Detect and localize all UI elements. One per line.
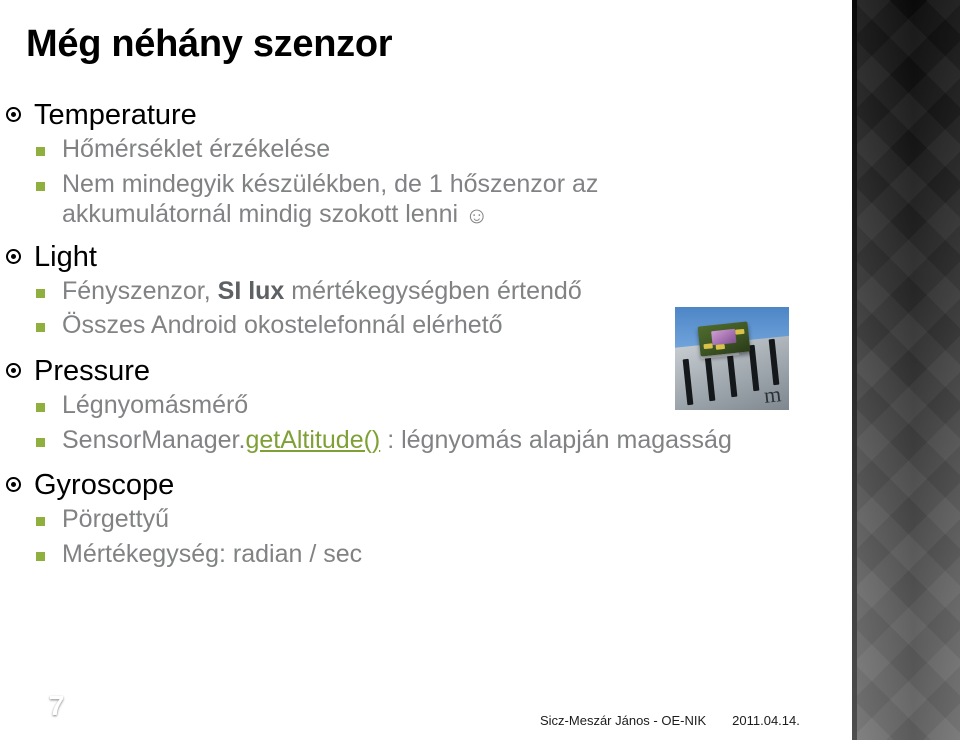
sensor-die	[711, 328, 737, 346]
green-square-bullet-icon	[36, 517, 45, 527]
green-square-bullet-icon	[36, 147, 45, 157]
presentation-slide: Még néhány szenzor Temperature Hőmérsékl…	[0, 0, 960, 740]
outline-level2-item: Fényszenzor, SI lux mértékegységben érte…	[0, 276, 850, 307]
level2-text-pre: SensorManager.	[62, 425, 246, 454]
sensor-chip	[697, 321, 751, 357]
level1-label: Light	[34, 240, 97, 273]
outline-level1-light: Light	[0, 240, 850, 274]
outline-level1-gyroscope: Gyroscope	[0, 468, 850, 502]
green-square-bullet-icon	[36, 181, 45, 191]
slide-footer: Sicz-Meszár János - OE-NIK 2011.04.14.	[540, 713, 840, 728]
ring-dot-bullet-icon	[6, 107, 21, 123]
slide-decorative-sidebar	[852, 0, 960, 740]
slide-title: Még néhány szenzor	[26, 23, 393, 65]
level1-label: Gyroscope	[34, 469, 175, 502]
ring-dot-bullet-icon	[6, 248, 21, 264]
outline-level2-item: SensorManager.getAltitude() : légnyomás …	[0, 425, 850, 456]
level2-label: Mértékegység: radian / sec	[62, 539, 363, 568]
level2-label: Fényszenzor, SI lux mértékegységben érte…	[62, 276, 850, 307]
outline-level2-item: Pörgettyű	[0, 504, 850, 535]
level2-text-bold: SI lux	[217, 276, 285, 305]
ruler-letter-m: m	[762, 381, 783, 408]
solder-pad	[703, 343, 713, 350]
green-square-bullet-icon	[36, 437, 45, 447]
green-square-bullet-icon	[36, 288, 45, 298]
smiley-face-icon: ☺	[465, 202, 489, 229]
level2-label: Pörgettyű	[62, 505, 170, 534]
level2-text-post: mértékegységben értendő	[284, 276, 582, 305]
sidebar-diamond-pattern	[857, 0, 960, 740]
outline-level1-temperature: Temperature	[0, 98, 850, 132]
light-sensor-photo: m	[675, 307, 789, 410]
ring-dot-bullet-icon	[6, 477, 21, 493]
level2-continuation-text: akkumulátornál mindig szokott lenni	[62, 200, 459, 229]
outline-level2-item: Nem mindegyik készülékben, de 1 hőszenzo…	[0, 169, 850, 230]
level2-text-post: : légnyomás alapján magasság	[380, 425, 732, 454]
ring-dot-bullet-icon	[6, 363, 21, 379]
footer-author: Sicz-Meszár János - OE-NIK	[540, 713, 707, 728]
solder-pad	[735, 328, 745, 335]
green-square-bullet-icon	[36, 403, 45, 413]
outline-level2-item: Hőmérséklet érzékelése	[0, 134, 850, 165]
level2-label: Nem mindegyik készülékben, de 1 hőszenzo…	[62, 169, 599, 198]
green-square-bullet-icon	[36, 551, 45, 561]
level1-label: Pressure	[34, 354, 151, 387]
level2-label: SensorManager.getAltitude() : légnyomás …	[62, 425, 850, 456]
green-square-bullet-icon	[36, 323, 45, 333]
outline-level2-item: Mértékegység: radian / sec	[0, 539, 850, 570]
slide-page-number: 7	[48, 690, 65, 721]
getaltitude-hyperlink[interactable]: getAltitude()	[245, 426, 380, 454]
level2-label: Hőmérséklet érzékelése	[62, 135, 331, 164]
level2-label-continuation: akkumulátornál mindig szokott lenni ☺	[62, 199, 850, 230]
solder-pad	[715, 343, 726, 350]
level1-label: Temperature	[34, 99, 197, 131]
footer-date: 2011.04.14.	[732, 713, 800, 728]
level2-text-pre: Fényszenzor,	[62, 276, 218, 305]
